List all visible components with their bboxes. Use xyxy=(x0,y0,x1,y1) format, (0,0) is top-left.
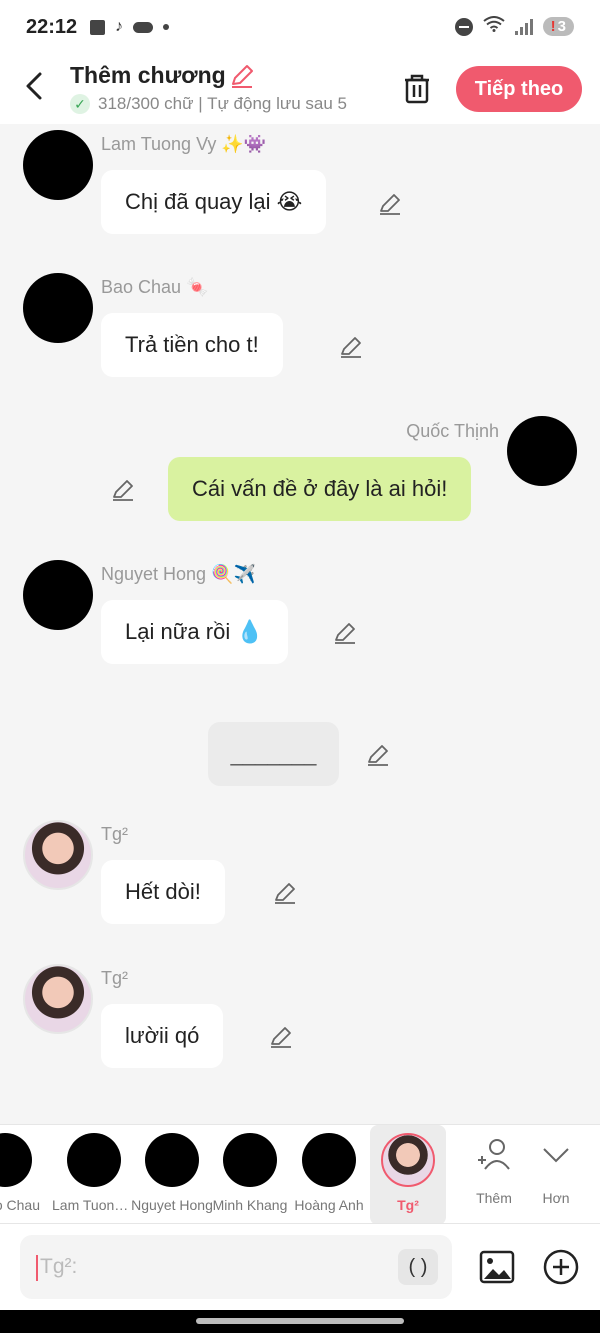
character-avatar xyxy=(223,1133,277,1187)
message-item: Bao Chau 🍬 Trả tiền cho t! xyxy=(0,267,600,387)
text-caret xyxy=(36,1255,38,1281)
character-avatar xyxy=(67,1133,121,1187)
more-button[interactable]: Hơn xyxy=(524,1135,588,1215)
next-button[interactable]: Tiếp theo xyxy=(456,66,582,112)
sender-name: Nguyet Hong 🍭✈️ xyxy=(101,564,256,584)
character-avatar xyxy=(145,1133,199,1187)
message-input-wrapper[interactable]: ( ) xyxy=(20,1235,452,1299)
add-character-label: Thêm xyxy=(476,1190,512,1206)
character-name: Bao Chau xyxy=(0,1197,40,1213)
image-icon[interactable] xyxy=(478,1248,516,1286)
editor-header: Thêm chương ✓ 318/300 chữ | Tự động lưu … xyxy=(0,56,600,124)
back-button[interactable] xyxy=(18,68,54,104)
notification-icons: ♪ xyxy=(90,18,169,36)
battery-icon: ! 3 xyxy=(542,17,574,36)
add-character-button[interactable]: Thêm xyxy=(462,1135,526,1215)
character-item[interactable]: Nguyet Hong xyxy=(131,1125,213,1223)
checkbox-icon xyxy=(90,19,105,35)
message-item: Nguyet Hong 🍭✈️ Lại nữa rồi 💧 xyxy=(0,554,600,674)
add-person-icon xyxy=(478,1139,510,1170)
cloud-icon xyxy=(133,21,153,33)
edit-icon[interactable] xyxy=(365,742,391,768)
system-icons: ! 3 xyxy=(454,16,574,37)
edit-icon[interactable] xyxy=(272,880,298,906)
avatar[interactable] xyxy=(23,273,93,343)
avatar[interactable] xyxy=(23,560,93,630)
message-item: Lam Tuong Vy ✨👾 Chị đã quay lại 😭 xyxy=(0,124,600,244)
character-picker[interactable]: Bao Chau Lam Tuong Vy Nguyet Hong Minh K… xyxy=(0,1124,600,1224)
message-bubble[interactable]: Lại nữa rồi 💧 xyxy=(101,600,288,664)
chat-area[interactable]: Lam Tuong Vy ✨👾 Chị đã quay lại 😭 Bao Ch… xyxy=(0,124,600,1124)
edit-icon[interactable] xyxy=(377,191,403,217)
status-bar: 22:12 ♪ ! 3 xyxy=(0,0,600,56)
character-item[interactable]: Minh Khang xyxy=(212,1125,288,1223)
message-item: Tg² lườii qó xyxy=(0,958,600,1078)
plus-circle-icon[interactable] xyxy=(542,1248,580,1286)
narration-bubble[interactable]: _______ xyxy=(208,722,339,786)
edit-icon[interactable] xyxy=(338,334,364,360)
page-title: Thêm chương xyxy=(70,62,226,88)
character-name: Lam Tuong Vy xyxy=(52,1197,136,1213)
message-bubble[interactable]: Hết dòi! xyxy=(101,860,225,924)
character-avatar xyxy=(302,1133,356,1187)
chevron-down-icon xyxy=(543,1148,569,1163)
avatar[interactable] xyxy=(507,416,577,486)
message-item: Tg² Hết dòi! xyxy=(0,814,600,934)
message-item: Quốc Thịnh Cái vấn đề ở đây là ai hỏi! xyxy=(0,416,600,526)
dnd-icon xyxy=(454,17,473,36)
trash-button[interactable] xyxy=(398,70,436,108)
composer: ( ) xyxy=(0,1224,600,1310)
message-input[interactable] xyxy=(40,1249,400,1285)
message-bubble[interactable]: lườii qó xyxy=(101,1004,224,1068)
autosave-text: 318/300 chữ | Tự động lưu sau 5 xyxy=(98,94,348,113)
wifi-icon xyxy=(483,16,505,37)
message-bubble[interactable]: Trả tiền cho t! xyxy=(101,313,283,377)
parentheses-button[interactable]: ( ) xyxy=(398,1249,438,1285)
edit-icon[interactable] xyxy=(332,620,358,646)
edit-title-icon[interactable] xyxy=(228,62,256,90)
sender-name: Lam Tuong Vy ✨👾 xyxy=(101,134,267,154)
battery-alert: ! xyxy=(550,18,556,35)
status-time: 22:12 xyxy=(26,16,78,38)
chevron-left-icon xyxy=(26,72,42,100)
character-name: Hoàng Anh xyxy=(294,1197,364,1213)
sender-name: Tg² xyxy=(101,968,128,988)
character-avatar xyxy=(381,1133,435,1187)
tiktok-icon: ♪ xyxy=(115,18,123,35)
avatar[interactable] xyxy=(23,820,93,890)
home-handle[interactable] xyxy=(196,1318,404,1324)
avatar[interactable] xyxy=(23,130,93,200)
message-bubble[interactable]: Cái vấn đề ở đây là ai hỏi! xyxy=(168,457,472,521)
edit-icon[interactable] xyxy=(110,477,136,503)
battery-level: 3 xyxy=(557,18,566,35)
more-label: Hơn xyxy=(542,1190,570,1206)
character-name: Minh Khang xyxy=(212,1197,288,1213)
message-bubble[interactable]: Chị đã quay lại 😭 xyxy=(101,170,327,234)
sender-name: Quốc Thịnh xyxy=(406,421,499,441)
sender-name: Tg² xyxy=(101,824,128,844)
avatar[interactable] xyxy=(23,964,93,1034)
character-name: Nguyet Hong xyxy=(131,1197,213,1213)
edit-icon[interactable] xyxy=(268,1024,294,1050)
signal-icon xyxy=(514,18,533,35)
character-name: Tg² xyxy=(397,1197,419,1213)
character-item[interactable]: Hoàng Anh xyxy=(291,1125,367,1223)
character-item-selected[interactable]: Tg² xyxy=(370,1125,446,1223)
character-item[interactable]: Lam Tuong Vy xyxy=(52,1125,136,1223)
sender-name: Bao Chau 🍬 xyxy=(101,277,209,297)
narration-item: _______ xyxy=(0,722,600,792)
system-nav-bar xyxy=(0,1310,600,1333)
word-count-status: ✓ 318/300 chữ | Tự động lưu sau 5 xyxy=(70,94,380,114)
dot-icon xyxy=(163,24,169,30)
check-icon: ✓ xyxy=(70,94,90,114)
character-avatar xyxy=(0,1133,32,1187)
